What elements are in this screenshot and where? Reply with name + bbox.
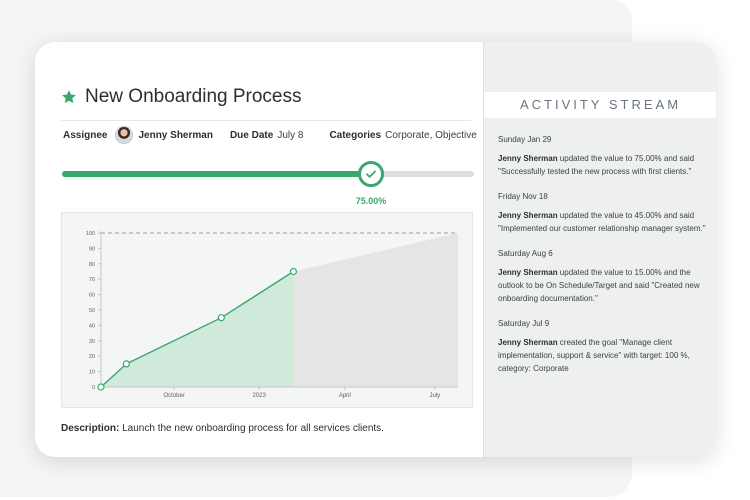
data-point [289, 267, 298, 276]
activity-text: Jenny Sherman updated the value to 15.00… [498, 266, 712, 305]
assignee-label: Assignee [63, 129, 108, 141]
activity-date: Saturday Jul 9 [498, 319, 550, 328]
x-tick-label: October [164, 393, 185, 399]
y-tick-label: 30 [89, 339, 95, 345]
due-date-value: July 8 [277, 129, 304, 141]
meta-row: Assignee Jenny Sherman Due Date July 8 C… [63, 122, 477, 148]
y-tick-label: 50 [89, 308, 95, 314]
description-text: Launch the new onboarding process for al… [122, 423, 384, 434]
activity-entry: Friday Nov 18 Jenny Sherman updated the v… [498, 192, 712, 235]
activity-text: Jenny Sherman created the goal "Manage c… [498, 336, 712, 375]
progress-chart-svg: 0 10 20 30 40 50 60 70 80 90 100 October 2023 April Ju… [86, 231, 458, 399]
assignee-name[interactable]: Jenny Sherman [138, 130, 212, 141]
y-tick-label: 40 [89, 323, 95, 329]
x-tick-label: 2023 [252, 393, 266, 399]
y-tick-label: 10 [89, 370, 95, 376]
due-date-label: Due Date [229, 129, 274, 141]
star-icon[interactable] [61, 89, 77, 105]
activity-date: Saturday Aug 6 [498, 249, 553, 258]
activity-entry: Saturday Jul 9 Jenny Sherman created the … [498, 319, 712, 375]
projection-area [293, 233, 458, 387]
activity-stream-heading: ACTIVITY STREAM [484, 92, 716, 118]
data-point [97, 383, 105, 391]
activity-text: Jenny Sherman updated the value to 75.00… [498, 152, 712, 178]
y-tick-label: 70 [89, 277, 95, 283]
goal-details-panel: New Onboarding Process Assignee Jenny Sh… [35, 42, 483, 457]
check-icon [366, 170, 376, 178]
y-tick-label: 80 [89, 262, 95, 268]
data-point [122, 360, 130, 368]
activity-user[interactable]: Jenny Sherman [498, 268, 558, 277]
goal-card: New Onboarding Process Assignee Jenny Sh… [35, 42, 716, 457]
description-label: Description: [61, 423, 120, 434]
x-tick-label: July [429, 393, 440, 399]
categories-label: Categories [329, 129, 382, 141]
y-tick-label: 100 [86, 231, 95, 237]
activity-date: Friday Nov 18 [498, 192, 548, 201]
activity-list: Sunday Jan 29 Jenny Sherman updated the v… [498, 135, 712, 389]
progress-handle[interactable] [358, 161, 384, 187]
progress-track[interactable] [62, 161, 474, 187]
activity-panel: ACTIVITY STREAM Sunday Jan 29 Jenny Sherm… [483, 42, 716, 457]
avatar[interactable] [115, 126, 134, 144]
y-tick-label: 0 [92, 385, 95, 391]
activity-text: Jenny Sherman updated the value to 45.00… [498, 209, 712, 235]
y-tick-label: 20 [89, 354, 95, 360]
title-divider [61, 120, 471, 121]
activity-user[interactable]: Jenny Sherman [498, 154, 558, 163]
activity-entry: Saturday Aug 6 Jenny Sherman updated the … [498, 249, 712, 305]
activity-date: Sunday Jan 29 [498, 135, 552, 144]
data-point [217, 314, 225, 322]
x-tick-label: April [339, 393, 351, 399]
progress-chart: 0 10 20 30 40 50 60 70 80 90 100 October 2023 April Ju… [61, 212, 473, 408]
title-row: New Onboarding Process [61, 86, 302, 108]
categories-value: Corporate, Objective [385, 129, 477, 141]
goal-title: New Onboarding Process [85, 86, 302, 107]
progress-fill [62, 171, 371, 177]
y-tick-label: 90 [89, 246, 95, 252]
activity-user[interactable]: Jenny Sherman [498, 211, 558, 220]
activity-entry: Sunday Jan 29 Jenny Sherman updated the v… [498, 135, 712, 178]
activity-user[interactable]: Jenny Sherman [498, 338, 558, 347]
progress-value: 75.00% [355, 196, 387, 206]
y-tick-label: 60 [89, 293, 95, 299]
description: Description: Launch the new onboarding p… [61, 423, 384, 434]
